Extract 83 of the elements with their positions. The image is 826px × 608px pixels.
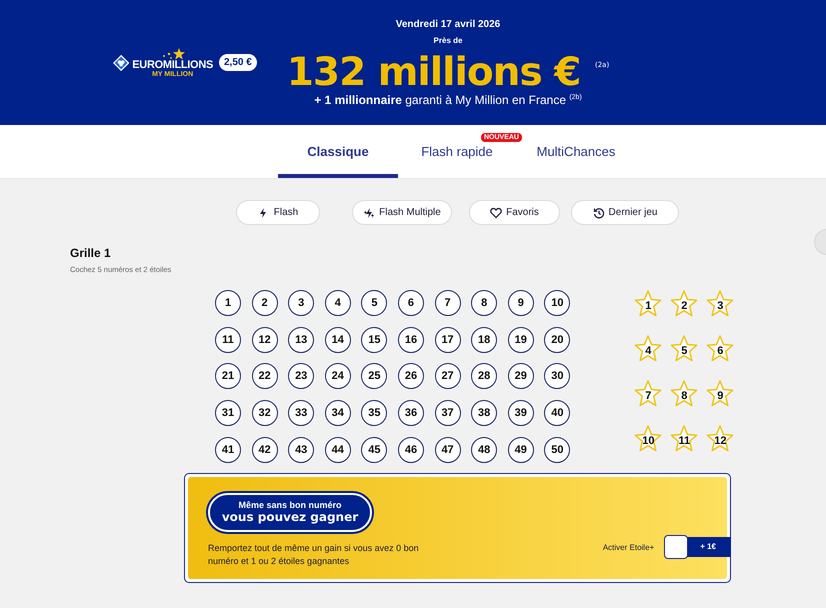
number-ball[interactable]: 20 [544,326,570,353]
toolbar-button[interactable]: Flash Multiple [352,200,452,225]
option-label: Activer Etoile+ [602,542,654,552]
number-ball[interactable]: 27 [434,363,461,390]
tab[interactable]: Classique [278,125,398,178]
number-ball[interactable]: 18 [471,326,498,353]
number-ball[interactable]: 44 [324,436,351,463]
toolbar-button[interactable]: Dernier jeu [571,200,679,225]
bonus-text: + 1 millionnaire garanti à My Million en France $^{(2b)}$ [314,93,582,107]
price-badge: 2,50 € [219,54,257,71]
number-ball[interactable]: 12 [252,326,278,353]
number-ball[interactable]: 13 [288,326,314,353]
number-ball[interactable]: 24 [324,363,351,390]
number-ball[interactable]: 42 [252,436,278,463]
star-button[interactable]: 5 [669,334,700,364]
promo-description: Remportez tout de même un gain si vous avez 0 bon numéro et 1 ou 2 étoiles gagnantes [208,542,420,568]
number-ball[interactable]: 48 [471,436,498,463]
star-button[interactable]: 10 [633,424,664,454]
number-ball[interactable]: 17 [434,326,461,353]
number-ball[interactable]: 7 [434,290,461,316]
number-ball[interactable]: 32 [252,400,278,426]
star-button[interactable]: 9 [705,379,736,410]
number-ball[interactable]: 8 [471,290,498,316]
number-ball[interactable]: 22 [252,363,278,390]
number-ball[interactable]: 39 [508,400,534,426]
number-ball[interactable]: 34 [324,400,351,426]
grid-title: Grille 1 [70,246,112,260]
jackpot-prefix: Près de [434,36,462,45]
number-ball[interactable]: 25 [361,363,388,390]
star-button[interactable]: 12 [705,424,736,454]
number-ball[interactable]: 37 [434,400,461,426]
star-button[interactable]: 6 [705,334,736,364]
number-ball[interactable]: 28 [471,363,498,390]
toolbar-button[interactable]: Favoris [469,200,560,225]
history-icon [592,206,605,218]
clover-logo-icon [113,52,130,72]
draw-date: Vendredi 17 avril 2026 [396,19,500,30]
number-ball[interactable]: 46 [398,436,424,463]
number-ball[interactable]: 5 [361,290,388,316]
star-button[interactable]: 2 [669,289,700,319]
number-ball[interactable]: 26 [398,363,424,390]
star-button[interactable]: 7 [633,379,664,410]
checkbox[interactable] [664,535,688,559]
number-ball[interactable]: 16 [398,326,424,353]
number-ball[interactable]: 14 [324,326,351,353]
number-ball[interactable]: 21 [215,363,241,390]
number-ball[interactable]: 1 [215,290,241,316]
star-button[interactable]: 3 [705,289,736,319]
number-ball[interactable]: 33 [288,400,314,426]
number-ball[interactable]: 43 [288,436,314,463]
number-ball[interactable]: 15 [361,326,388,353]
number-ball[interactable]: 4 [324,290,351,316]
number-ball[interactable]: 23 [288,363,314,390]
number-ball[interactable]: 31 [215,400,241,426]
number-ball[interactable]: 36 [398,400,424,426]
number-ball[interactable]: 38 [471,400,498,426]
star-button[interactable]: 1 [633,289,664,319]
number-ball[interactable]: 40 [544,400,570,426]
number-ball[interactable]: 35 [361,400,388,426]
star-button[interactable]: 11 [669,424,700,454]
number-ball[interactable]: 29 [508,363,534,390]
number-ball[interactable]: 6 [398,290,424,316]
star-button[interactable]: 8 [669,379,700,410]
number-ball[interactable]: 19 [508,326,534,353]
number-ball[interactable]: 10 [544,290,570,316]
promo-badge-text: Même sans bon numéro [238,500,342,510]
promo-badge-title: vous pouvez gagner [222,510,358,524]
lightning-icon [363,206,376,218]
number-ball[interactable]: 2 [252,290,278,316]
number-ball[interactable]: 45 [361,436,388,463]
toolbar-button[interactable]: Flash [236,200,320,225]
jackpot-amount: 132 millions € $^{(2a)}$ [286,49,610,93]
number-ball[interactable]: 30 [544,363,570,390]
star-button[interactable]: 4 [633,334,664,364]
number-ball[interactable]: 47 [434,436,461,463]
heart-icon [490,206,502,218]
number-ball[interactable]: 41 [215,436,241,463]
number-ball[interactable]: 3 [288,290,314,316]
number-ball[interactable]: 49 [508,436,534,463]
number-ball[interactable]: 11 [215,326,241,353]
logo-name: EUROMILLIONS [132,60,213,70]
number-ball[interactable]: 9 [508,290,534,316]
number-ball[interactable]: 50 [544,436,570,463]
